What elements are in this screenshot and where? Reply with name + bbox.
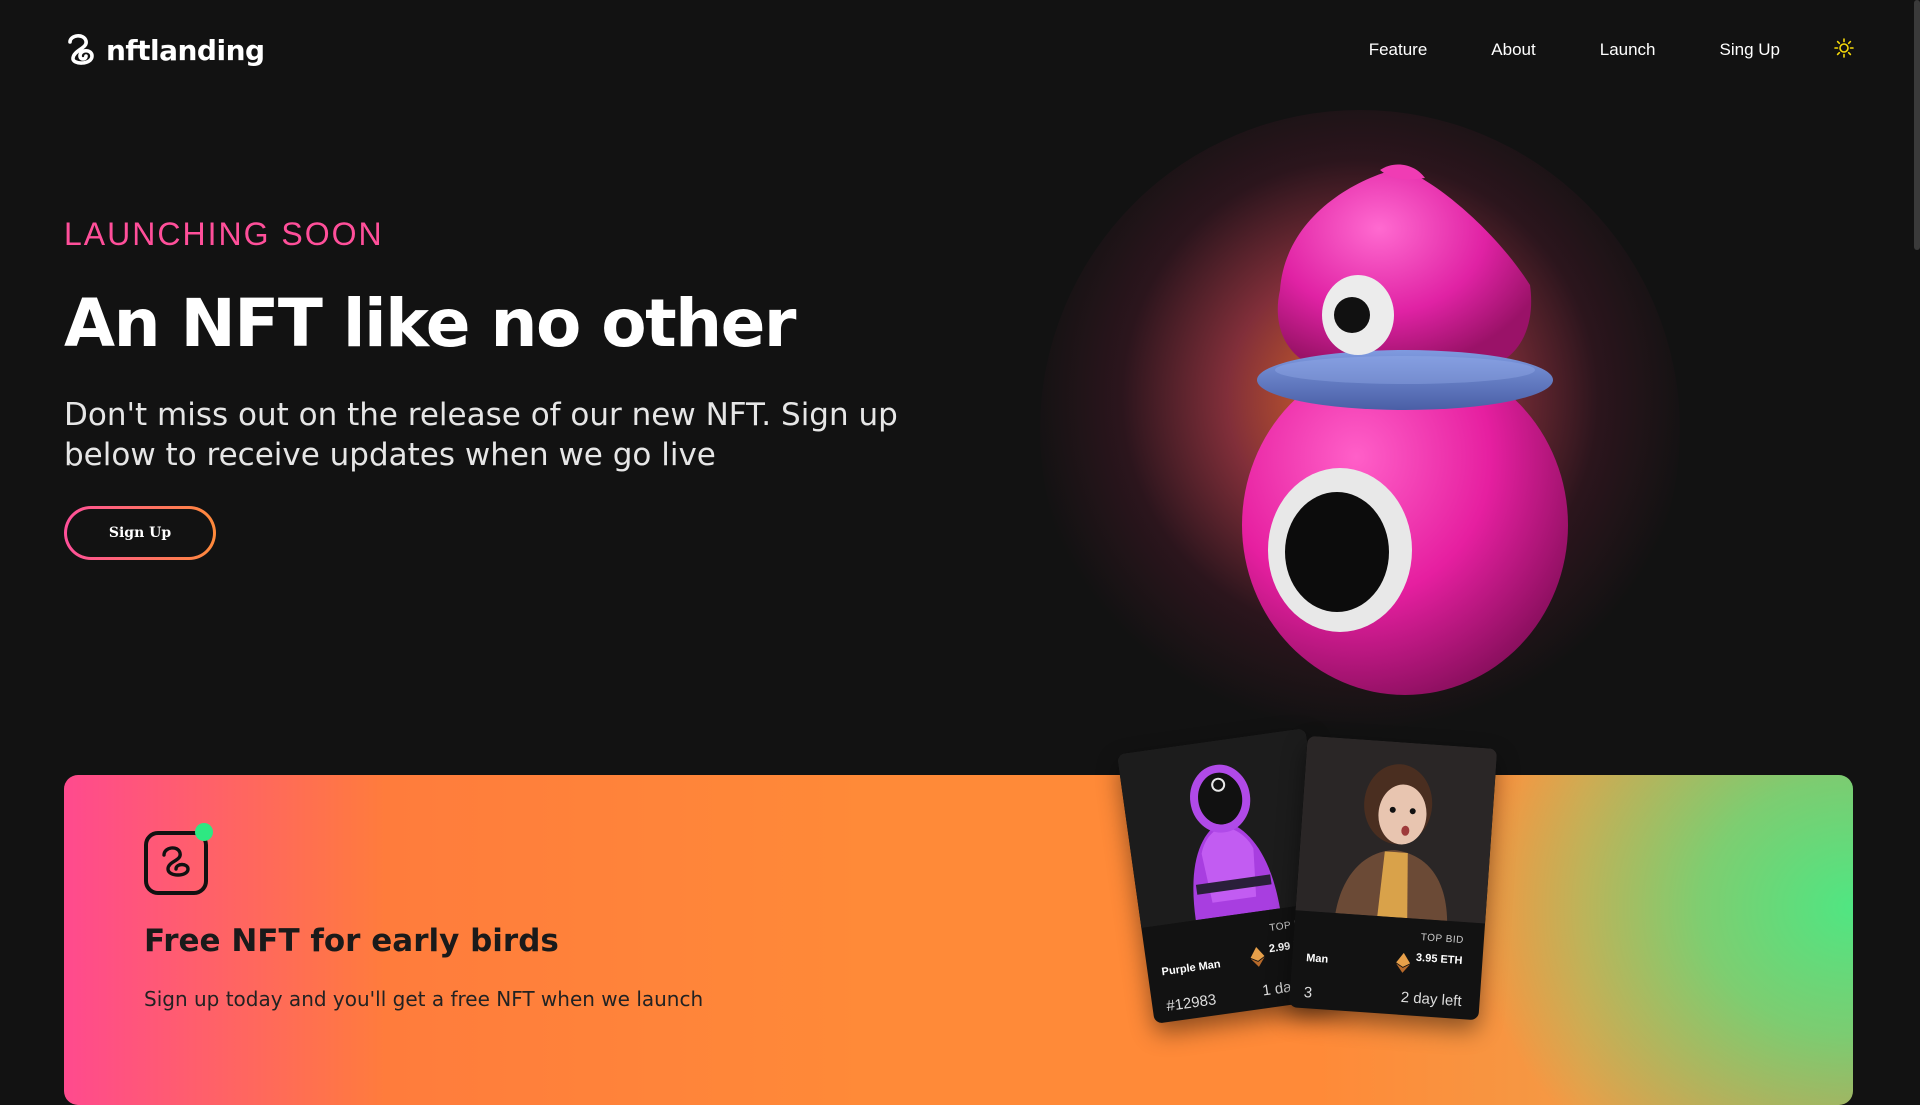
top-navigation: nftlanding Feature About Launch Sing Up (0, 0, 1920, 100)
nft-price: 3.95 ETH (1415, 951, 1463, 968)
nav-links: Feature About Launch Sing Up (1369, 40, 1780, 60)
nft-logo-badge-icon (144, 831, 208, 895)
launching-soon-label: LAUNCHING SOON (64, 216, 384, 252)
early-birds-banner: Free NFT for early birds Sign up today a… (64, 775, 1853, 1105)
nft-card-artwork (1295, 735, 1498, 924)
hero-title: An NFT like no other (64, 285, 796, 362)
logo[interactable]: nftlanding (64, 32, 265, 68)
ethereum-icon (1250, 947, 1265, 967)
nft-name: Man (1305, 952, 1329, 966)
sign-up-button[interactable]: Sign Up (64, 506, 216, 560)
nft-card[interactable]: TOP BID Man 3.95 ETH 3 2 day left (1288, 735, 1498, 1021)
banner-text: Sign up today and you'll get a free NFT … (144, 987, 704, 1011)
nft-name: Purple Man (1160, 958, 1222, 979)
nav-link-launch[interactable]: Launch (1600, 40, 1656, 60)
hero-subtitle: Don't miss out on the release of our new… (64, 397, 898, 473)
nav-link-sign-up[interactable]: Sing Up (1720, 40, 1780, 60)
banner-title: Free NFT for early birds (144, 923, 559, 959)
nav-link-about[interactable]: About (1491, 40, 1535, 60)
notification-dot (195, 823, 213, 841)
nft-character-illustration (1242, 164, 1568, 695)
logo-icon (68, 34, 94, 65)
ethereum-icon (1396, 952, 1411, 973)
page-scrollbar[interactable] (1914, 0, 1920, 250)
time-left: 2 day left (1400, 988, 1463, 1011)
top-bid-label: TOP BID (1420, 932, 1465, 947)
nft-id: 3 (1303, 984, 1313, 1002)
nav-link-feature[interactable]: Feature (1369, 40, 1428, 60)
nft-card-info: TOP BID Man 3.95 ETH 3 2 day left (1289, 915, 1485, 1020)
sign-up-button-label: Sign Up (67, 509, 213, 557)
nft-id: #12983 (1165, 991, 1218, 1016)
sun-icon[interactable] (1834, 38, 1854, 58)
logo-text: nftlanding (106, 33, 265, 67)
